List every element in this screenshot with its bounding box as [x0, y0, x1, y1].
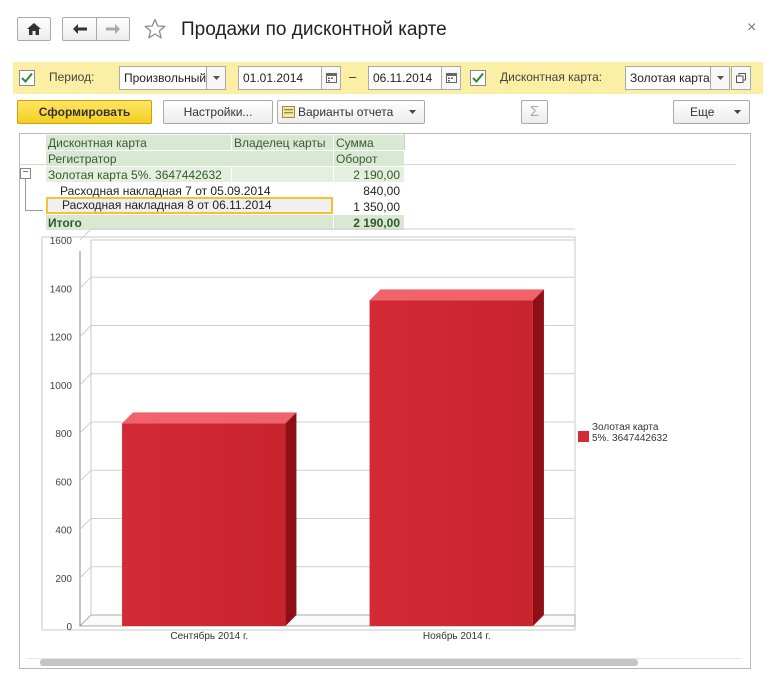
legend-label: 5%. 3647442632	[592, 433, 668, 444]
close-icon[interactable]: ×	[747, 19, 756, 37]
home-icon	[27, 23, 41, 35]
page-title: Продажи по дисконтной карте	[181, 19, 447, 40]
y-tick-label: 1400	[50, 284, 73, 295]
chevron-down-icon	[212, 76, 220, 80]
card-open-button[interactable]	[731, 66, 751, 90]
period-checkbox[interactable]	[19, 70, 35, 86]
card-select[interactable]: Золотая карта	[625, 66, 711, 90]
y-tick-label: 200	[55, 574, 72, 585]
report-area[interactable]: Дисконтная карта Владелец карты Сумма Ре…	[19, 133, 751, 669]
chevron-down-icon	[734, 110, 741, 114]
report-variants-button[interactable]: Варианты отчета	[277, 100, 425, 124]
arrow-left-icon	[72, 24, 87, 34]
card-dropdown[interactable]	[710, 66, 730, 90]
bar-side	[285, 412, 297, 626]
date-to-calendar[interactable]	[441, 66, 461, 90]
horizontal-scrollbar-thumb[interactable]	[40, 659, 638, 666]
bar-side	[532, 289, 544, 626]
y-tick-label: 1000	[50, 381, 73, 392]
period-type-dropdown[interactable]	[206, 66, 226, 90]
bar	[122, 423, 286, 626]
card-label: Дисконтная карта:	[500, 70, 603, 84]
y-tick-label: 800	[55, 429, 72, 440]
bar	[369, 300, 533, 626]
chevron-down-icon	[716, 76, 724, 80]
filter-bar: Период: Произвольный 01.01.2014 – 06.11.…	[13, 62, 763, 94]
legend-label: Золотая карта	[592, 422, 659, 433]
report-variants-label: Варианты отчета	[298, 105, 394, 119]
date-from-calendar[interactable]	[321, 66, 341, 90]
y-tick-label: 600	[55, 477, 72, 488]
legend-swatch	[578, 431, 589, 442]
y-tick-label: 400	[55, 526, 72, 537]
report-variants-icon	[282, 106, 295, 118]
x-tick-label: Ноябрь 2014 г.	[423, 630, 491, 642]
more-label: Еще	[690, 105, 715, 119]
date-to-field[interactable]: 06.11.2014	[368, 66, 443, 90]
card-checkbox[interactable]	[470, 70, 486, 86]
generate-button[interactable]: Сформировать	[17, 100, 152, 124]
bar-top	[122, 412, 297, 424]
open-window-icon	[736, 73, 746, 83]
home-button[interactable]	[17, 17, 51, 41]
star-icon[interactable]	[144, 18, 166, 40]
y-tick-label: 0	[66, 622, 72, 633]
sales-bar-chart: 0 200 400 600 800 1000 1200 1400 1600 Сентябрь 2…	[41, 228, 668, 642]
y-tick-label: 1200	[50, 333, 73, 344]
chevron-down-icon	[409, 110, 416, 114]
sum-button[interactable]: Σ	[521, 100, 548, 124]
date-range-dash: –	[349, 69, 357, 84]
bar-top	[369, 289, 544, 301]
back-button[interactable]	[62, 17, 96, 41]
arrow-right-icon	[106, 24, 120, 34]
calendar-icon	[445, 73, 457, 83]
y-tick-label: 1600	[50, 236, 73, 247]
forward-button[interactable]	[96, 17, 130, 41]
period-type-select[interactable]: Произвольный	[119, 66, 207, 90]
period-label: Период:	[49, 70, 95, 84]
date-from-field[interactable]: 01.01.2014	[238, 66, 322, 90]
settings-button[interactable]: Настройки...	[163, 100, 273, 124]
more-button[interactable]: Еще	[673, 100, 750, 124]
x-tick-label: Сентябрь 2014 г.	[170, 630, 248, 642]
calendar-icon	[325, 73, 337, 83]
